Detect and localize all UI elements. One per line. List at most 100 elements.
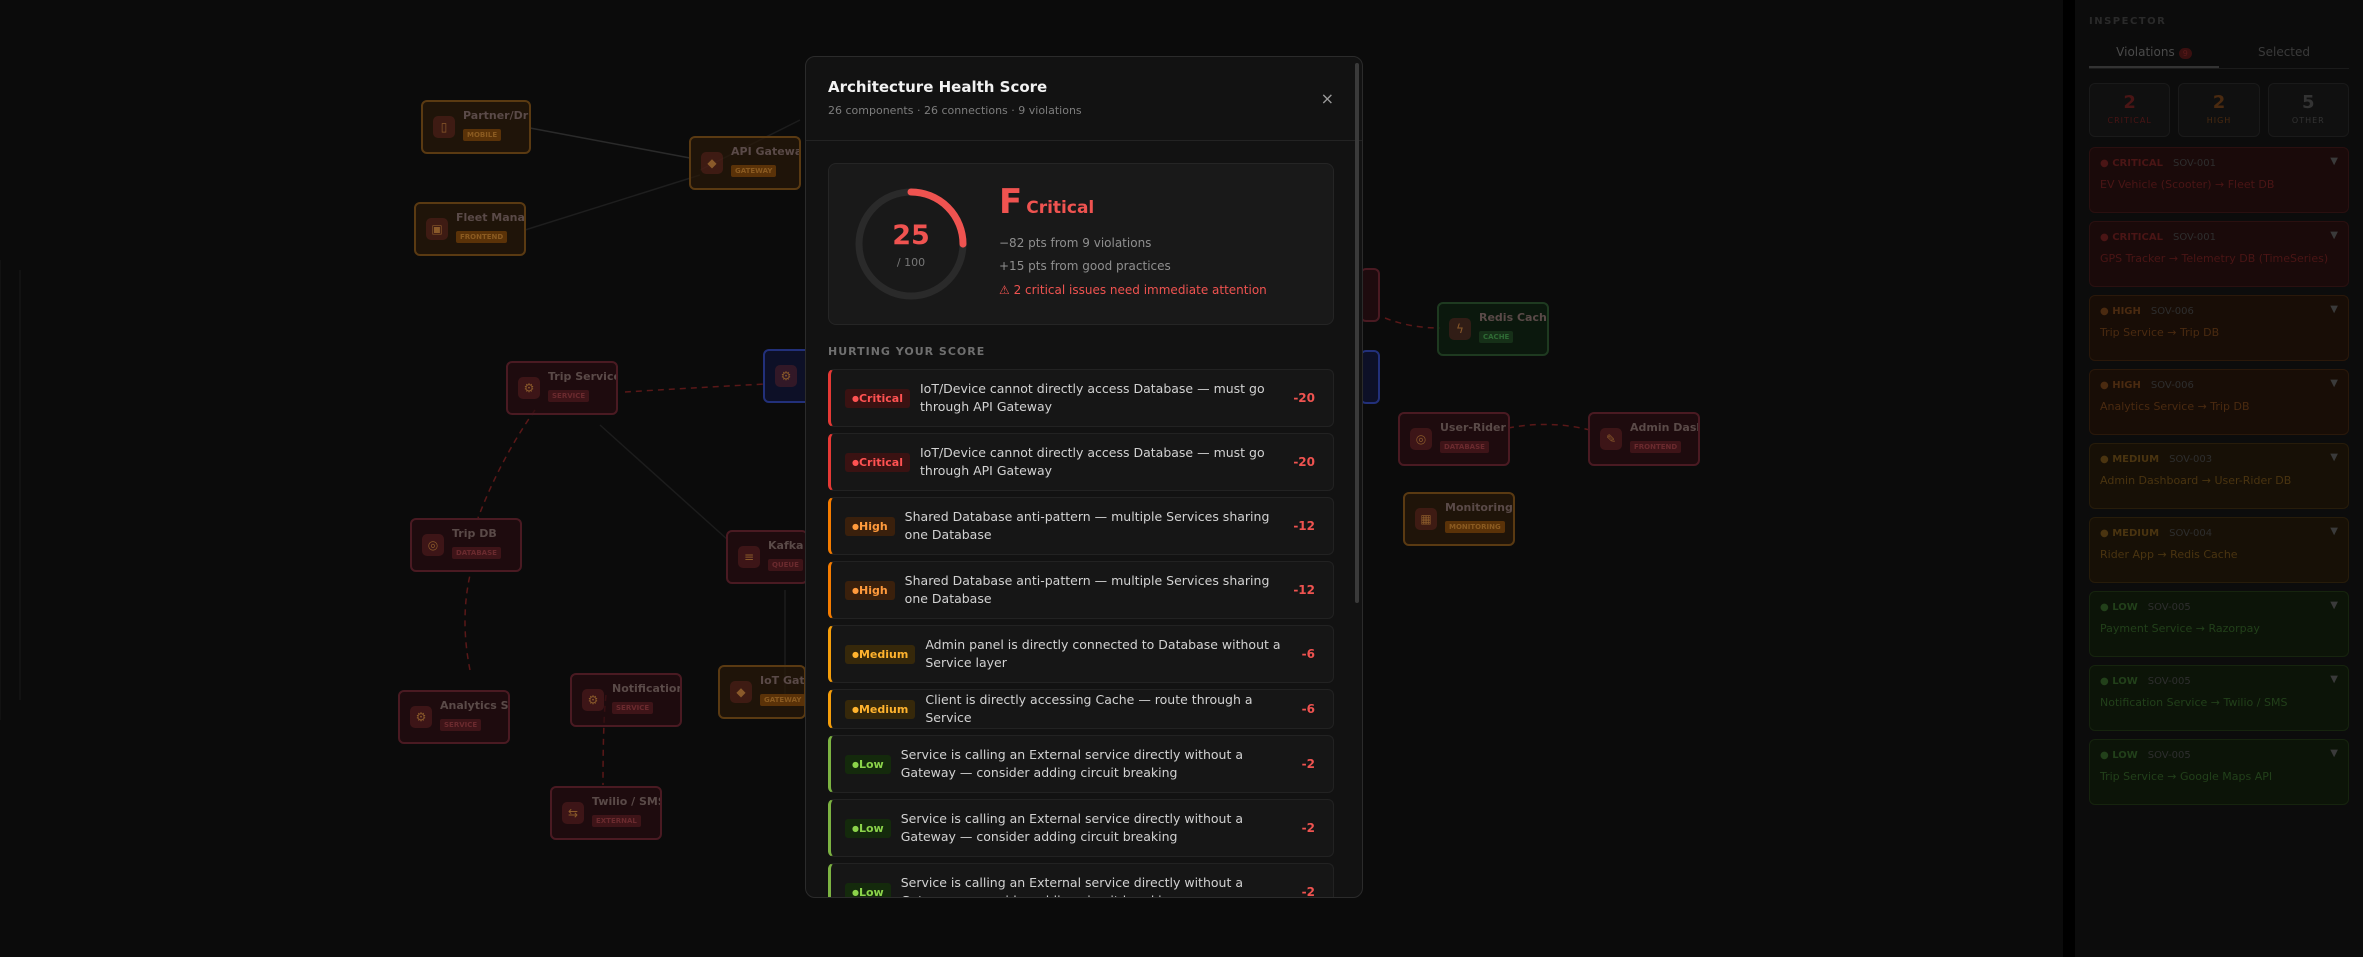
violation-text: Service is calling an External service d… xyxy=(900,875,1243,897)
violation-card[interactable]: ● CRITICAL SOV-001 GPS Tracker → Telemetry… xyxy=(2089,221,2349,287)
violation-text: IoT/Device cannot directly access Databa… xyxy=(920,445,1265,478)
violation-row[interactable]: Critical IoT/Device cannot directly acces… xyxy=(828,369,1334,427)
stat-label: OTHER xyxy=(2291,116,2325,125)
severity-badge: Low xyxy=(845,882,891,897)
violation-path: Payment Service → Razorpay xyxy=(2100,622,2260,635)
violation-list: ● CRITICAL SOV-001 EV Vehicle (Scooter) → … xyxy=(2089,147,2349,805)
violation-text: Shared Database anti-pattern — multiple … xyxy=(904,573,1270,606)
canvas-node[interactable]: ⇆ Twilio / SMS EXTERNAL xyxy=(550,786,662,840)
canvas-node[interactable]: ⚙ Trip Service SERVICE xyxy=(506,361,618,415)
canvas-node[interactable]: ≡ Kafka E... QUEUE xyxy=(726,530,808,584)
tab-selected[interactable]: Selected xyxy=(2219,41,2349,68)
chevron-down-icon[interactable]: ▼ xyxy=(2330,526,2338,537)
severity-badge: Low xyxy=(845,754,891,774)
edge xyxy=(529,127,691,159)
severity-label: MEDIUM xyxy=(2112,454,2160,465)
severity-badge: Critical xyxy=(845,452,910,472)
violation-card[interactable]: ● LOW SOV-005 Notification Service → Twili… xyxy=(2089,665,2349,731)
cache-icon: ϟ xyxy=(1449,318,1471,340)
node-type-badge: MOBILE xyxy=(463,129,502,141)
canvas-node[interactable]: ◎ User-Rider DB DATABASE xyxy=(1398,412,1510,466)
node-name: Admin Dashbo... xyxy=(1630,421,1698,434)
canvas-node[interactable]: ◆ API Gateway (K... GATEWAY xyxy=(689,136,801,190)
violation-card[interactable]: ● LOW SOV-005 Payment Service → Razorpay ▼ xyxy=(2089,591,2349,657)
severity-label: MEDIUM xyxy=(2112,528,2160,539)
violation-row[interactable]: High Shared Database anti-pattern — multi… xyxy=(828,497,1334,555)
violation-row[interactable]: Medium Client is directly accessing Cache… xyxy=(828,689,1334,729)
canvas-node[interactable]: ▣ Fleet Manager... FRONTEND xyxy=(414,202,526,256)
violation-row[interactable]: Low Service is calling an External servic… xyxy=(828,863,1334,898)
node-name: API Gateway (K... xyxy=(731,145,799,158)
node-name: Fleet Manager... xyxy=(456,211,525,224)
rule-code: SOV-003 xyxy=(2169,454,2213,465)
chevron-down-icon[interactable]: ▼ xyxy=(2330,674,2338,685)
edge xyxy=(477,409,536,519)
chevron-down-icon[interactable]: ▼ xyxy=(2330,230,2338,241)
violation-card[interactable]: ● LOW SOV-005 Trip Service → Google Maps A… xyxy=(2089,739,2349,805)
canvas-node[interactable] xyxy=(1360,350,1380,404)
canvas-node[interactable]: ✎ Admin Dashbo... FRONTEND xyxy=(1588,412,1700,466)
database-icon: ◎ xyxy=(1410,428,1432,450)
violation-row[interactable]: High Shared Database anti-pattern — multi… xyxy=(828,561,1334,619)
stat-card: 5 OTHER xyxy=(2267,83,2349,137)
violation-card[interactable]: ● HIGH SOV-006 Trip Service → Trip DB ▼ xyxy=(2089,295,2349,361)
violation-path: Trip Service → Trip DB xyxy=(2100,326,2220,339)
gateway-icon: ◆ xyxy=(730,681,752,703)
violation-severity: ● MEDIUM SOV-003 xyxy=(2100,454,2213,465)
canvas-node[interactable]: ⚙ Analytics Serv... SERVICE xyxy=(398,690,510,744)
canvas-node[interactable]: ◎ Trip DB DATABASE xyxy=(410,518,522,572)
tab-label: Violations xyxy=(2116,45,2175,59)
penalty-summary: −82 pts from 9 violations xyxy=(999,236,1152,250)
violation-card[interactable]: ● MEDIUM SOV-003 Admin Dashboard → User-Ri… xyxy=(2089,443,2349,509)
canvas-node[interactable]: ⚙ Notification S... SERVICE xyxy=(570,673,682,727)
violation-card[interactable]: ● CRITICAL SOV-001 EV Vehicle (Scooter) → … xyxy=(2089,147,2349,213)
admin-icon: ✎ xyxy=(1600,428,1622,450)
modal-scrollbar[interactable] xyxy=(1355,63,1359,603)
score-max: / 100 xyxy=(896,256,926,269)
node-type-badge: DATABASE xyxy=(452,547,501,559)
rule-code: SOV-001 xyxy=(2172,158,2216,169)
severity-label: LOW xyxy=(2112,602,2138,613)
canvas-node[interactable]: ▦ Monitoring (Da... MONITORING xyxy=(1403,492,1515,546)
edge xyxy=(524,174,701,231)
close-icon[interactable]: × xyxy=(1321,89,1334,108)
database-icon: ◎ xyxy=(422,534,444,556)
chevron-down-icon[interactable]: ▼ xyxy=(2330,304,2338,315)
violation-card[interactable]: ● HIGH SOV-006 Analytics Service → Trip DB… xyxy=(2089,369,2349,435)
canvas-node[interactable]: ◆ IoT Gatew... GATEWAY xyxy=(718,665,806,719)
violation-row[interactable]: Medium Admin panel is directly connected … xyxy=(828,625,1334,683)
violation-severity: ● LOW SOV-005 xyxy=(2100,676,2191,687)
rule-code: SOV-004 xyxy=(2169,528,2213,539)
violation-row[interactable]: Low Service is calling an External servic… xyxy=(828,799,1334,857)
node-name: IoT Gatew... xyxy=(760,674,805,687)
severity-badge: Medium xyxy=(845,644,916,664)
violation-text: Admin panel is directly connected to Dat… xyxy=(925,637,1281,670)
violation-severity: ● CRITICAL SOV-001 xyxy=(2100,158,2216,169)
chevron-down-icon[interactable]: ▼ xyxy=(2330,452,2338,463)
external-icon: ⇆ xyxy=(562,802,584,824)
node-type-badge: SERVICE xyxy=(440,719,482,731)
canvas-node[interactable]: ϟ Redis Cache CACHE xyxy=(1437,302,1549,356)
canvas-node[interactable]: ▯ Partner/Driver... MOBILE xyxy=(421,100,531,154)
node-type-badge: FRONTEND xyxy=(1630,441,1682,453)
chevron-down-icon[interactable]: ▼ xyxy=(2330,748,2338,759)
canvas-node[interactable] xyxy=(1360,268,1380,322)
inspector-title: INSPECTOR xyxy=(2089,16,2167,27)
tab-violations[interactable]: Violations 9 xyxy=(2089,41,2219,68)
violation-severity: ● CRITICAL SOV-001 xyxy=(2100,232,2216,243)
severity-label: LOW xyxy=(2112,676,2138,687)
violation-row[interactable]: Critical IoT/Device cannot directly acces… xyxy=(828,433,1334,491)
violation-text: Service is calling an External service d… xyxy=(900,811,1243,844)
violation-points: -2 xyxy=(1301,885,1315,898)
chevron-down-icon[interactable]: ▼ xyxy=(2330,156,2338,167)
node-type-badge: FRONTEND xyxy=(456,231,508,243)
violation-card[interactable]: ● MEDIUM SOV-004 Rider App → Redis Cache ▼ xyxy=(2089,517,2349,583)
violation-row[interactable]: Low Service is calling an External servic… xyxy=(828,735,1334,793)
violation-path: Notification Service → Twilio / SMS xyxy=(2100,696,2288,709)
chevron-down-icon[interactable]: ▼ xyxy=(2330,600,2338,611)
inspector-panel: INSPECTOR Violations 9 Selected 2 CRITICAL… xyxy=(2075,0,2363,957)
node-name: Trip Service xyxy=(548,370,618,383)
violation-path: Admin Dashboard → User-Rider DB xyxy=(2100,474,2292,487)
chevron-down-icon[interactable]: ▼ xyxy=(2330,378,2338,389)
grade: F Critical xyxy=(999,182,1094,222)
